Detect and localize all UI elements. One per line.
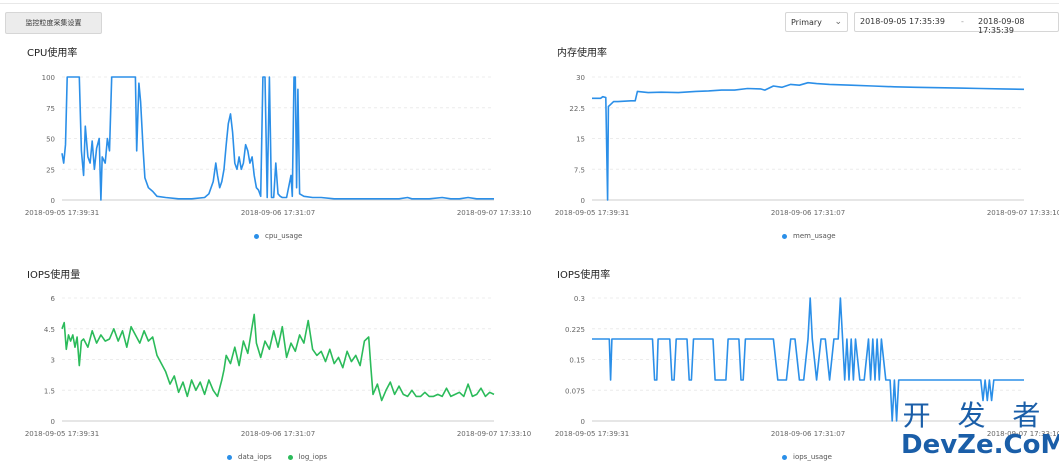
iops-rate-ytick-label: 0.225 (565, 326, 585, 334)
legend-item-cpu-usage[interactable]: cpu_usage (254, 232, 302, 240)
legend-label: cpu_usage (265, 232, 303, 240)
iops-ytick-label: 3 (51, 357, 55, 365)
legend-label: data_iops (238, 453, 272, 461)
iops-rate-ytick-label: 0.075 (565, 387, 585, 395)
legend-label: mem_usage (793, 232, 836, 240)
legend-label: log_iops (298, 453, 328, 461)
iops-ytick-label: 4.5 (44, 326, 55, 334)
cpu-ytick-label: 75 (46, 105, 55, 113)
legend-dot (782, 233, 787, 239)
iops-ytick-label: 1.5 (44, 387, 55, 395)
iops-xtick-label: 2018-09-05 17:39:31 (25, 430, 99, 438)
mem-xtick-label: 2018-09-07 17:33:10 (987, 209, 1059, 217)
iops-rate-xtick-label: 2018-09-06 17:31:07 (771, 430, 845, 438)
legend-dot (287, 454, 293, 460)
iops-ytick-label: 6 (51, 295, 56, 303)
mem-xtick-label: 2018-09-05 17:39:31 (555, 209, 629, 217)
cpu-legend: cpu_usage (254, 232, 302, 240)
charts-canvas: 0 25 50 75 100 2018-09-05 17:39:31 2018-09-06 … (25, 74, 1059, 438)
legend-label: iops_usage (793, 453, 832, 461)
watermark-bottom-text: DevZe.CoM (901, 430, 1059, 460)
cpu-ytick-label: 50 (46, 136, 55, 144)
mem-ytick-label: 22.5 (569, 105, 585, 113)
legend-item-mem-usage[interactable]: mem_usage (782, 232, 836, 240)
legend-item-log-iops[interactable]: log_iops (287, 453, 328, 461)
watermark-top-text: 开 发 者 (902, 399, 1050, 432)
mem-series-mem_usage (592, 81, 1025, 201)
cpu-xtick-label: 2018-09-05 17:39:31 (25, 209, 99, 217)
legend-item-data-iops[interactable]: data_iops (227, 453, 272, 461)
legend-dot (254, 233, 259, 239)
iops-xtick-label: 2018-09-06 17:31:07 (241, 430, 315, 438)
mem-ytick-label: 7.5 (574, 166, 585, 174)
cpu-xtick-label: 2018-09-06 17:31:07 (241, 209, 315, 217)
mem-ytick-label: 0 (581, 197, 585, 205)
mem-ytick-label: 30 (576, 74, 585, 82)
iops-series-log_iops (61, 313, 495, 402)
cpu-xtick-label: 2018-09-07 17:33:10 (457, 209, 531, 217)
cpu-ytick-label: 25 (46, 166, 55, 174)
iops-rate-ytick-label: 0 (581, 418, 585, 426)
mem-xtick-label: 2018-09-06 17:31:07 (771, 209, 845, 217)
iops-xtick-label: 2018-09-07 17:33:10 (457, 430, 531, 438)
iops-rate-ytick-label: 0.3 (574, 295, 585, 303)
mem-ytick-label: 15 (576, 136, 585, 144)
legend-dot (227, 454, 232, 460)
iops-legend: data_iops log_iops (227, 453, 327, 461)
iops-rate-legend: iops_usage (782, 453, 832, 461)
legend-item-iops-usage[interactable]: iops_usage (782, 453, 832, 461)
iops-rate-ytick-label: 0.15 (569, 357, 585, 365)
cpu-ytick-label: 100 (42, 74, 55, 82)
mem-legend: mem_usage (782, 232, 836, 240)
iops-rate-xtick-label: 2018-09-05 17:39:31 (555, 430, 629, 438)
iops-ytick-label: 0 (51, 418, 55, 426)
watermark-logo: 开 发 者 DevZe.CoM (901, 399, 1059, 463)
legend-dot (782, 454, 787, 460)
cpu-ytick-label: 0 (51, 197, 55, 205)
